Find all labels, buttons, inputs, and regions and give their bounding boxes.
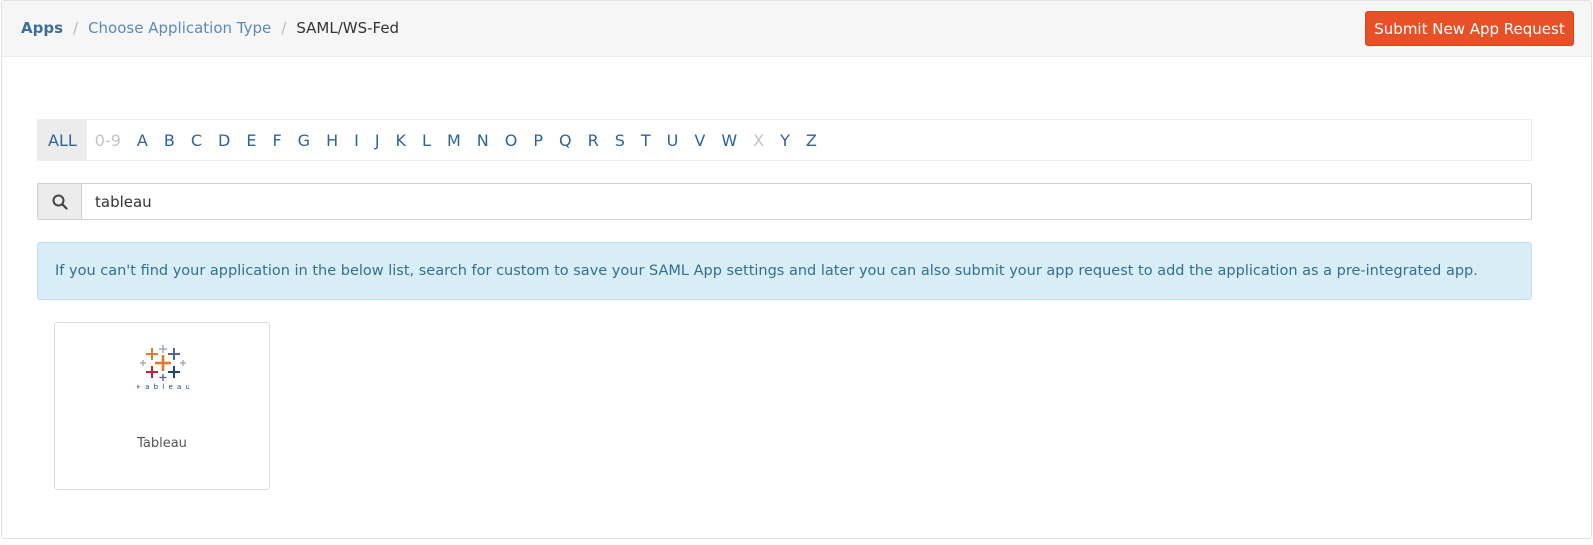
alphabet-filter-z[interactable]: Z	[798, 120, 825, 160]
alphabet-filter-y[interactable]: Y	[772, 120, 798, 160]
alphabet-filter-u[interactable]: U	[659, 120, 687, 160]
breadcrumb: Apps / Choose Application Type / SAML/WS…	[21, 19, 399, 37]
alphabet-filter-e[interactable]: E	[238, 120, 264, 160]
alphabet-filter-a[interactable]: A	[129, 120, 156, 160]
app-card-name: Tableau	[137, 436, 187, 451]
alphabet-filter-l[interactable]: L	[414, 120, 439, 160]
alphabet-filter-x: X	[753, 130, 765, 150]
submit-new-app-request-button[interactable]: Submit New App Request	[1365, 11, 1574, 46]
alphabet-filter-w[interactable]: W	[713, 120, 745, 160]
alphabet-filter-all[interactable]: ALL	[38, 120, 87, 160]
alphabet-filter-t[interactable]: T	[633, 120, 659, 160]
search-button[interactable]	[38, 184, 82, 219]
alphabet-filter: ALL 0-9 A B C D E F G H I J K L M N O P Q R S T U V W X Y Z	[37, 119, 1532, 161]
info-alert: If you can't find your application in th…	[37, 242, 1532, 300]
breadcrumb-current: SAML/WS-Fed	[296, 19, 400, 37]
info-alert-text: If you can't find your application in th…	[55, 263, 1478, 279]
alphabet-filter-o[interactable]: O	[497, 120, 526, 160]
alphabet-filter-i[interactable]: I	[346, 120, 367, 160]
alphabet-filter-j[interactable]: J	[367, 120, 388, 160]
alphabet-filter-n[interactable]: N	[469, 120, 497, 160]
search-icon	[52, 194, 68, 210]
alphabet-filter-r[interactable]: R	[580, 120, 607, 160]
alphabet-filter-g[interactable]: G	[290, 120, 318, 160]
page-frame: Apps / Choose Application Type / SAML/WS…	[1, 0, 1592, 539]
search-input[interactable]	[82, 184, 1531, 219]
alphabet-filter-b[interactable]: B	[156, 120, 183, 160]
header-bar: Apps / Choose Application Type / SAML/WS…	[2, 1, 1591, 57]
alphabet-filter-q[interactable]: Q	[551, 120, 580, 160]
alphabet-filter-m[interactable]: M	[439, 120, 469, 160]
alphabet-filter-p[interactable]: P	[525, 120, 551, 160]
app-card-tableau[interactable]: + a b l e a u Tableau	[54, 322, 270, 490]
breadcrumb-choose-application-type[interactable]: Choose Application Type	[88, 19, 271, 37]
alphabet-filter-h[interactable]: H	[318, 120, 346, 160]
search-bar	[37, 183, 1532, 220]
alphabet-filter-f[interactable]: F	[264, 120, 289, 160]
alphabet-filter-v[interactable]: V	[686, 120, 713, 160]
alphabet-filter-c[interactable]: C	[183, 120, 210, 160]
alphabet-filter-0-9: 0-9	[94, 130, 121, 150]
alphabet-filter-k[interactable]: K	[388, 120, 415, 160]
alphabet-filter-s[interactable]: S	[607, 120, 633, 160]
breadcrumb-apps[interactable]: Apps	[21, 19, 63, 37]
breadcrumb-separator: /	[281, 19, 287, 37]
breadcrumb-separator: /	[73, 19, 79, 37]
alphabet-filter-d[interactable]: D	[210, 120, 238, 160]
tableau-logo-icon: + a b l e a u	[137, 345, 189, 391]
tableau-logo-wordmark: + a b l e a u	[137, 383, 189, 391]
